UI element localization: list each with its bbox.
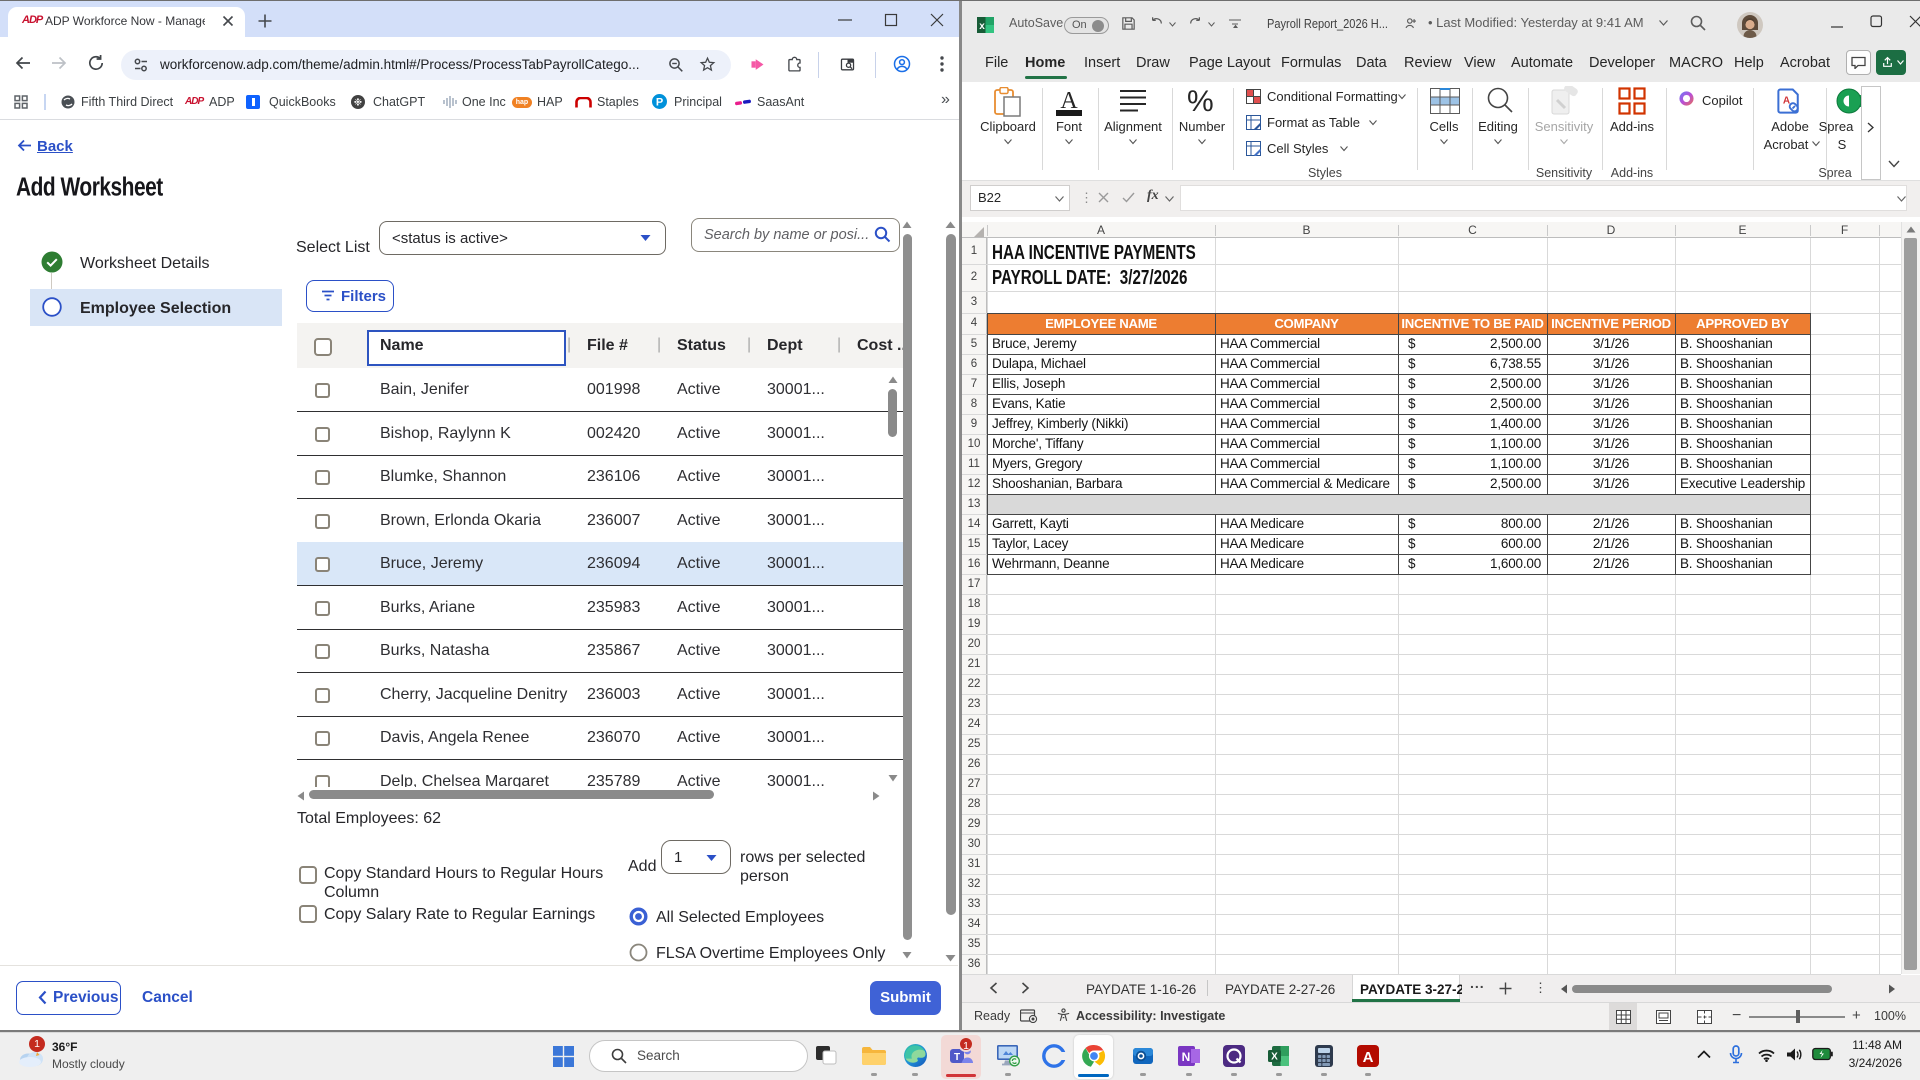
svg-text:X: X (1271, 1052, 1278, 1063)
svg-text:A: A (1363, 1049, 1374, 1066)
svg-text:❉: ❉ (354, 98, 362, 109)
svg-text:T: T (954, 1052, 960, 1063)
svg-text:P: P (656, 97, 663, 109)
svg-text:A: A (1783, 95, 1790, 106)
svg-text:N: N (1182, 1050, 1191, 1064)
svg-text:x: x (979, 21, 985, 32)
